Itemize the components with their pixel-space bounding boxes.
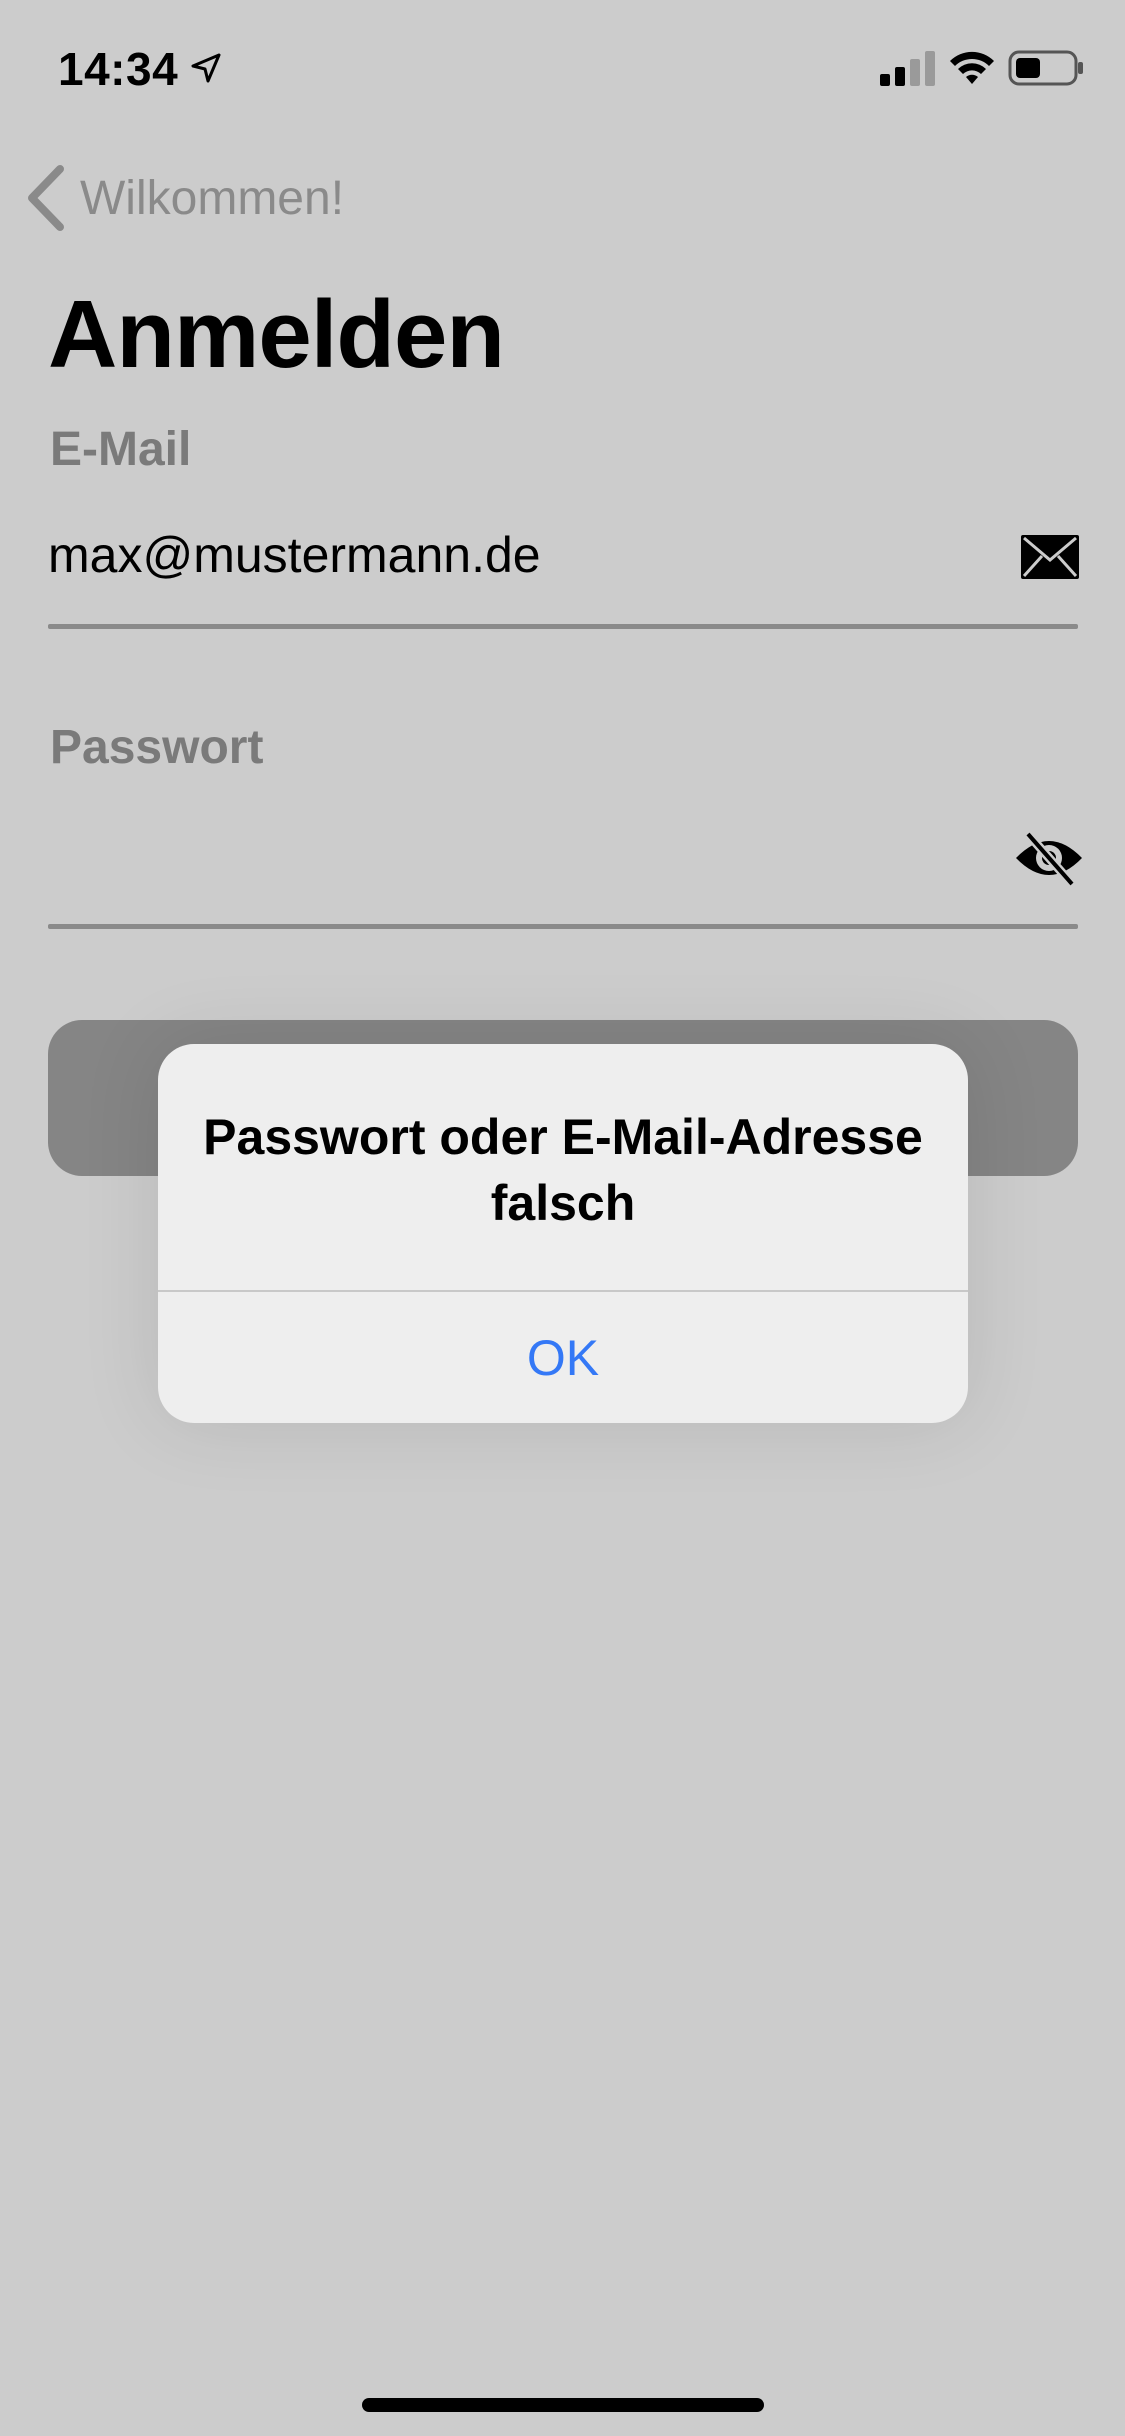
alert-message: Passwort oder E-Mail-Adresse falsch <box>203 1109 923 1231</box>
status-bar: 14:34 <box>0 0 1125 132</box>
password-label: Passwort <box>50 721 264 774</box>
eye-slash-icon[interactable] <box>1014 828 1084 888</box>
password-underline <box>48 924 1078 929</box>
home-indicator[interactable] <box>362 2398 764 2412</box>
page-title: Anmelden <box>48 281 505 388</box>
signal-icon <box>880 51 935 86</box>
email-label: E-Mail <box>50 423 192 476</box>
back-button[interactable]: Wilkommen! <box>24 160 344 236</box>
back-button-label: Wilkommen! <box>80 171 345 225</box>
envelope-icon <box>1021 535 1079 579</box>
alert-dialog: Passwort oder E-Mail-Adresse falsch OK <box>158 1044 968 1423</box>
email-underline <box>48 624 1078 629</box>
alert-ok-button[interactable]: OK <box>158 1292 968 1423</box>
status-time: 14:34 <box>58 43 179 95</box>
location-icon <box>191 53 221 83</box>
email-field[interactable]: max@mustermann.de <box>48 526 541 584</box>
back-chevron-icon <box>28 165 64 231</box>
wifi-icon <box>950 51 994 84</box>
battery-icon <box>1008 50 1083 86</box>
